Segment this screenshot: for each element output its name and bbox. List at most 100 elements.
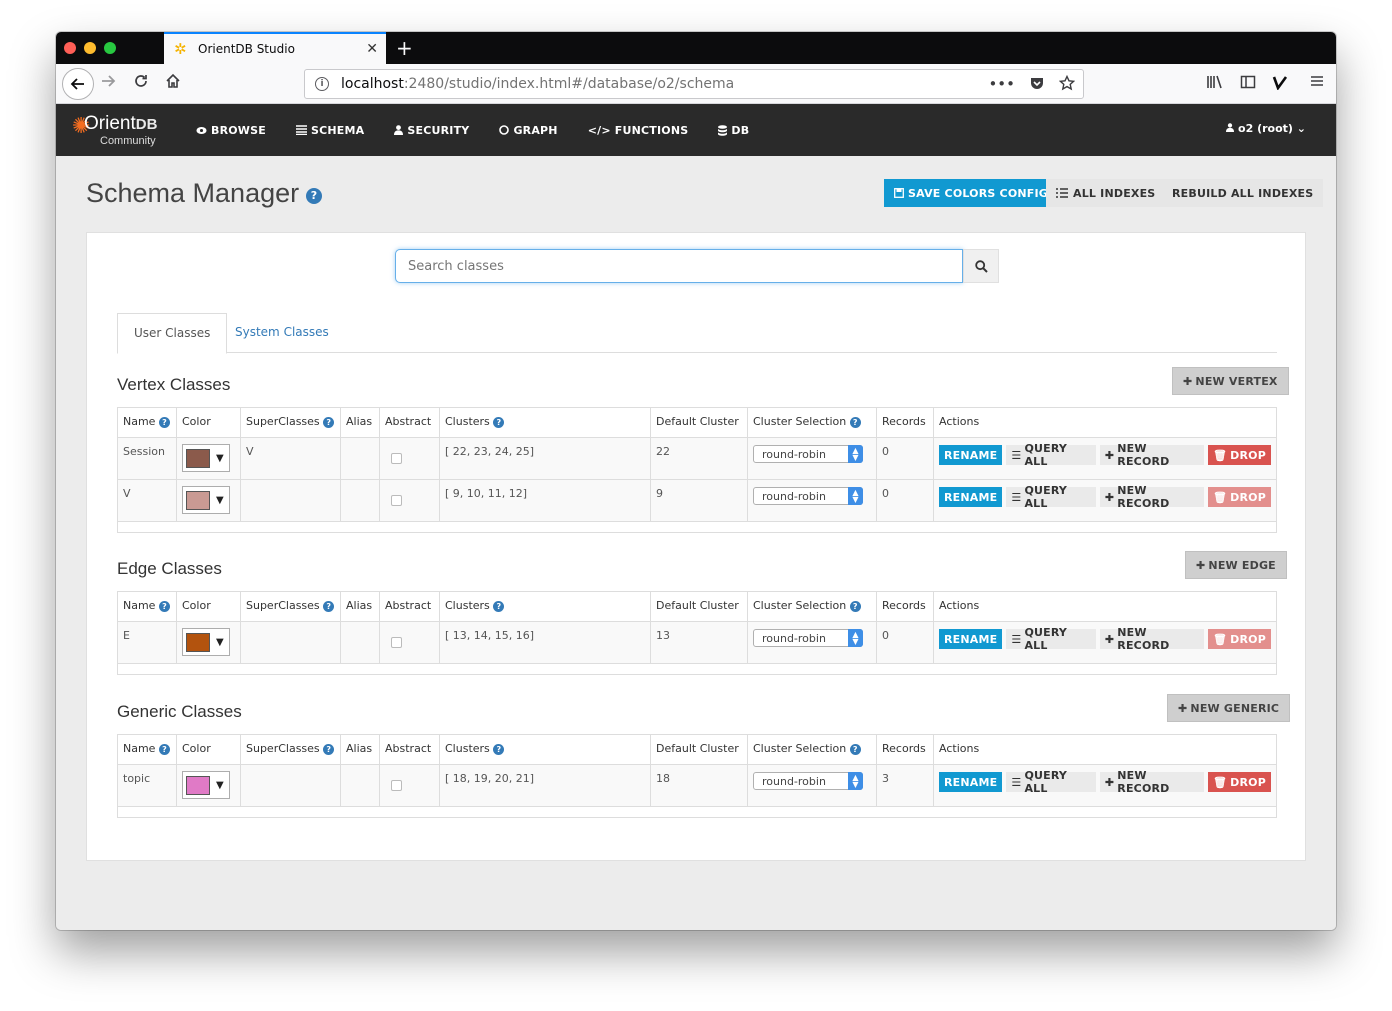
menu-graph[interactable]: GRAPH	[499, 124, 558, 137]
menu-security[interactable]: SECURITY	[394, 124, 469, 137]
site-info-icon[interactable]: i	[315, 77, 329, 91]
new-record-button[interactable]: ✚ NEW RECORD	[1099, 442, 1204, 468]
help-icon[interactable]: ?	[849, 416, 861, 428]
class-superclasses[interactable]	[240, 479, 341, 522]
help-icon[interactable]: ?	[849, 600, 861, 612]
zoom-window-button[interactable]	[104, 42, 116, 54]
cluster-selection-select[interactable]: round-robin ▲ ▼	[753, 772, 863, 790]
class-default-cluster[interactable]: 18	[650, 764, 748, 807]
class-name[interactable]: E	[117, 621, 177, 664]
class-default-cluster[interactable]: 22	[650, 437, 748, 480]
page-actions-icon[interactable]: •••	[988, 75, 1015, 93]
cluster-selection-select[interactable]: round-robin ▲ ▼	[753, 445, 863, 463]
class-alias[interactable]	[340, 621, 380, 664]
class-name[interactable]: topic	[117, 764, 177, 807]
user-menu[interactable]: o2 (root) ⌄	[1226, 122, 1306, 135]
help-icon[interactable]: ?	[849, 743, 861, 755]
class-clusters[interactable]: [ 18, 19, 20, 21]	[439, 764, 651, 807]
rebuild-all-indexes-button[interactable]: REBUILD ALL INDEXES	[1162, 179, 1324, 207]
back-button[interactable]	[62, 68, 94, 100]
class-default-cluster[interactable]: 13	[650, 621, 748, 664]
tab-system-classes[interactable]: System Classes	[219, 313, 345, 354]
new-tab-icon[interactable]: +	[396, 36, 413, 60]
rename-button[interactable]: RENAME	[939, 629, 1003, 649]
drop-button[interactable]: 🗑 DROP	[1208, 445, 1271, 465]
minimize-window-button[interactable]	[84, 42, 96, 54]
color-picker[interactable]: ▼	[182, 486, 230, 514]
new-record-button[interactable]: ✚ NEW RECORD	[1099, 484, 1204, 510]
class-clusters[interactable]: [ 9, 10, 11, 12]	[439, 479, 651, 522]
color-picker[interactable]: ▼	[182, 628, 230, 656]
new-edge-button[interactable]: ✚ NEW EDGE	[1185, 551, 1287, 579]
menu-schema[interactable]: SCHEMA	[295, 124, 364, 137]
vimeo-extension-icon[interactable]	[1272, 74, 1290, 90]
abstract-checkbox[interactable]	[391, 453, 402, 464]
sidebar-icon[interactable]	[1240, 74, 1256, 90]
class-alias[interactable]	[340, 764, 380, 807]
help-icon[interactable]: ?	[158, 600, 170, 612]
help-icon[interactable]: ?	[158, 416, 170, 428]
class-default-cluster[interactable]: 9	[650, 479, 748, 522]
help-icon[interactable]: ?	[323, 743, 335, 755]
close-window-button[interactable]	[64, 42, 76, 54]
query-all-button[interactable]: ☰ QUERY ALL	[1006, 626, 1096, 652]
tab-user-classes[interactable]: User Classes	[117, 313, 228, 354]
color-picker[interactable]: ▼	[182, 444, 230, 472]
forward-button[interactable]	[100, 73, 116, 94]
abstract-checkbox[interactable]	[391, 637, 402, 648]
menu-browse[interactable]: BROWSE	[196, 124, 266, 137]
help-icon[interactable]: ?	[306, 188, 322, 204]
drop-button[interactable]: 🗑 DROP	[1208, 487, 1271, 507]
help-icon[interactable]: ?	[493, 600, 505, 612]
class-superclasses[interactable]	[240, 764, 341, 807]
browser-tab[interactable]: ✲ OrientDB Studio ✕	[164, 32, 386, 64]
new-generic-button[interactable]: ✚ NEW GENERIC	[1167, 694, 1291, 722]
reload-button[interactable]	[133, 73, 149, 94]
abstract-checkbox[interactable]	[391, 780, 402, 791]
home-button[interactable]	[165, 73, 181, 94]
pocket-icon[interactable]	[1029, 75, 1045, 91]
search-classes-input[interactable]	[395, 249, 963, 283]
rename-button[interactable]: RENAME	[939, 445, 1003, 465]
color-picker[interactable]: ▼	[182, 771, 230, 799]
class-clusters[interactable]: [ 22, 23, 24, 25]	[439, 437, 651, 480]
query-all-button[interactable]: ☰ QUERY ALL	[1006, 484, 1096, 510]
class-name[interactable]: V	[117, 479, 177, 522]
query-all-button[interactable]: ☰ QUERY ALL	[1006, 769, 1096, 795]
cluster-selection-select[interactable]: round-robin ▲ ▼	[753, 487, 863, 505]
library-icon[interactable]	[1206, 74, 1224, 90]
bookmark-star-icon[interactable]	[1059, 75, 1075, 91]
class-alias[interactable]	[340, 479, 380, 522]
rename-button[interactable]: RENAME	[939, 487, 1003, 507]
menu-db[interactable]: DB	[718, 124, 749, 137]
query-all-button[interactable]: ☰ QUERY ALL	[1006, 442, 1096, 468]
cluster-selection-select[interactable]: round-robin ▲ ▼	[753, 629, 863, 647]
class-superclasses[interactable]	[240, 621, 341, 664]
orientdb-logo[interactable]: ✺ OrientDB Community	[72, 110, 172, 152]
col-cluster-selection: Cluster Selection ?	[747, 591, 877, 622]
help-icon[interactable]: ?	[323, 600, 335, 612]
help-icon[interactable]: ?	[323, 416, 335, 428]
drop-button[interactable]: 🗑 DROP	[1208, 629, 1271, 649]
search-button[interactable]	[963, 249, 999, 283]
save-colors-config-button[interactable]: SAVE COLORS CONFIG	[884, 179, 1059, 207]
new-record-button[interactable]: ✚ NEW RECORD	[1099, 769, 1204, 795]
class-clusters[interactable]: [ 13, 14, 15, 16]	[439, 621, 651, 664]
class-name[interactable]: Session	[117, 437, 177, 480]
new-vertex-button[interactable]: ✚ NEW VERTEX	[1172, 367, 1289, 395]
new-record-button[interactable]: ✚ NEW RECORD	[1099, 626, 1204, 652]
help-icon[interactable]: ?	[158, 743, 170, 755]
help-icon[interactable]: ?	[493, 416, 505, 428]
class-superclasses[interactable]: V	[240, 437, 341, 480]
address-bar[interactable]: i localhost:2480/studio/index.html#/data…	[304, 69, 1084, 99]
abstract-checkbox[interactable]	[391, 495, 402, 506]
rename-button[interactable]: RENAME	[939, 772, 1003, 792]
drop-button[interactable]: 🗑 DROP	[1208, 772, 1271, 792]
app-menu-button[interactable]	[1310, 74, 1324, 88]
all-indexes-button[interactable]: ALL INDEXES	[1046, 179, 1166, 207]
menu-functions[interactable]: </> FUNCTIONS	[588, 124, 689, 137]
new-generic-label: NEW GENERIC	[1190, 701, 1280, 715]
help-icon[interactable]: ?	[493, 743, 505, 755]
class-alias[interactable]	[340, 437, 380, 480]
close-tab-icon[interactable]: ✕	[366, 41, 378, 57]
